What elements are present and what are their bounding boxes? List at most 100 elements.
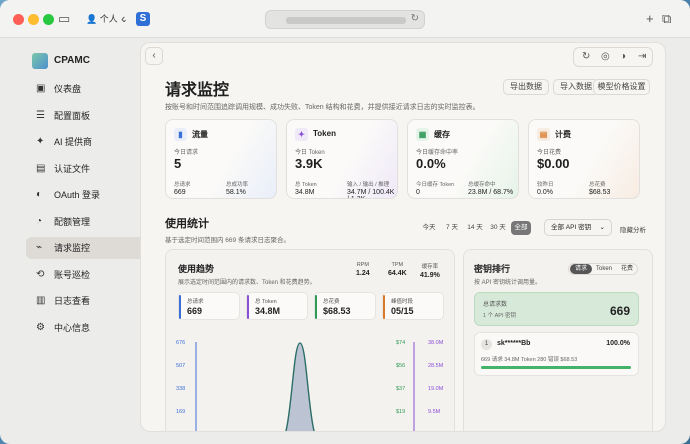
card-sub-value: 669 [174, 189, 186, 196]
y-tick-left: 169 [176, 409, 186, 415]
y-tick-left: 507 [176, 363, 186, 369]
profile-button[interactable]: 👤 个人 ⌄ [80, 11, 134, 27]
info-icon: ⚙ [36, 321, 45, 333]
total-value: 669 [609, 304, 630, 318]
card-label: 今日 Token [295, 150, 325, 156]
logout-icon[interactable]: ⇥ [638, 51, 646, 62]
zoom-window-button[interactable] [43, 14, 54, 25]
card-icon: ▦ [416, 128, 429, 141]
range-option-0[interactable]: 今天 [419, 221, 439, 235]
y-tick-left: 676 [176, 340, 186, 346]
ai-icon: ✦ [36, 136, 45, 147]
card-sub-label: 较昨日 [537, 182, 554, 188]
sidebar-item-1[interactable]: ☰ 配置面板 [26, 105, 144, 127]
browser-window: ▭ 👤 个人 ⌄ ‹ S ↻ + ⧉ CPAMC ▣ 仪表盘 ☰ 配置面板 ✦ AI 提供… [0, 0, 690, 444]
ranking-card: 密钥排行 按 API 密钥统计调用量。 请求 Token 花费 总请求数 1 个 A… [463, 249, 653, 431]
card-sub-label: 总请求 [174, 182, 191, 188]
total-requests-box: 总请求数 1 个 API 密钥 669 [474, 292, 639, 326]
main-panel: ‹ ↻ ◎ ◑ ⇥ 请求监控 按账号和时间范围追踪调用规模、成功失败、Token… [140, 42, 666, 432]
back-icon[interactable]: ‹ [121, 11, 125, 27]
card-sub-label: 总花费 [589, 182, 606, 188]
card-name: Token [313, 129, 336, 138]
sidebar-item-6[interactable]: ⌁ 请求监控 [26, 237, 144, 259]
url-text [286, 17, 406, 24]
card-icon: ▤ [537, 128, 550, 141]
ranking-tab-0[interactable]: 请求 [570, 264, 592, 274]
range-option-1[interactable]: 7 天 [442, 221, 462, 235]
globe-icon[interactable]: ◎ [601, 51, 610, 62]
model-price-button[interactable]: 模型价格设置 [593, 79, 650, 95]
api-key-select[interactable]: 全部 API 密钥 ⌄ [544, 219, 612, 236]
monitor-icon: ⌁ [36, 242, 43, 253]
sidebar-item-7[interactable]: ⟲ 账号巡检 [26, 264, 144, 286]
file-icon: ▤ [36, 162, 46, 174]
sliders-icon: ☰ [36, 109, 45, 121]
sidebar-toggle-icon[interactable]: ▭ [58, 11, 70, 27]
card-icon: ▮ [174, 128, 187, 141]
key-progress-fill [481, 366, 631, 369]
hide-analysis-button[interactable]: 隐藏分析 [620, 224, 646, 234]
new-tab-icon[interactable]: + [646, 11, 654, 27]
sidebar-item-label: 日志查看 [54, 296, 91, 306]
y-tick-token: 19.0M [428, 386, 444, 392]
sidebar-item-label: 请求监控 [54, 243, 91, 253]
top-actions: ↻ ◎ ◑ ⇥ [573, 47, 653, 67]
sidebar-item-label: 配置面板 [54, 110, 91, 121]
total-sub: 1 个 API 密钥 [483, 313, 517, 319]
sidebar-item-9[interactable]: ⚙ 中心信息 [26, 317, 144, 339]
card-name: 流量 [192, 130, 208, 139]
ranking-tab-2[interactable]: 花费 [616, 264, 638, 274]
card-sub-label: 总成功率 [226, 182, 249, 188]
stat-card-3: ▤ 计费 今日花费 $0.00 较昨日 0.0% 总花费 $68.53 [528, 119, 640, 199]
card-value: $0.00 [537, 156, 570, 171]
stat-card-1: ✦ Token 今日 Token 3.9K 总 Token 34.8M 输入 / 输出 / … [286, 119, 398, 199]
log-icon: ▥ [36, 295, 46, 306]
key-detail: 669 请求 34.8M Token 280 错误 $68.53 [481, 357, 578, 363]
card-sub-label: 总 Token [295, 182, 317, 188]
trend-chart [195, 342, 415, 431]
y-tick-cost: $19 [396, 409, 406, 415]
tab-overview-icon[interactable]: ⧉ [662, 11, 671, 27]
key-percent: 100.0% [606, 340, 630, 347]
sidebar-item-label: 仪表盘 [54, 84, 82, 94]
card-name: 计费 [555, 130, 571, 139]
trend-card: 使用趋势 展示选定时间范围内的请求数、Token 和花费趋势。 RPM 1.24 T… [165, 249, 455, 431]
key-row[interactable]: 1 sk******Bb 100.0% 669 请求 34.8M Token 2… [474, 332, 639, 376]
refresh-icon[interactable]: ↻ [582, 51, 590, 62]
site-favicon: S [136, 12, 150, 26]
profile-label: 个人 [99, 14, 118, 24]
address-bar[interactable]: ↻ [265, 10, 425, 29]
card-sub-label: 输入 / 输出 / 推理 [347, 182, 390, 188]
sidebar-item-4[interactable]: ◐ OAuth 登录 [26, 184, 144, 206]
sidebar-item-label: 配额管理 [54, 216, 91, 227]
requests-area [285, 342, 315, 431]
sidebar-item-label: 账号巡检 [54, 269, 91, 280]
ranking-tabs: 请求 Token 花费 [568, 263, 638, 275]
sidebar-item-label: OAuth 登录 [54, 190, 101, 200]
collapse-sidebar-button[interactable]: ‹ [145, 47, 163, 65]
sidebar-item-3[interactable]: ▤ 认证文件 [26, 158, 144, 180]
ranking-tab-1[interactable]: Token [593, 264, 615, 274]
sidebar-item-2[interactable]: ✦ AI 提供商 [26, 131, 144, 153]
export-button[interactable]: 导出数据 [503, 79, 549, 95]
y-tick-cost: $37 [396, 386, 406, 392]
rank-number: 1 [481, 339, 492, 350]
total-label: 总请求数 [483, 302, 508, 308]
sidebar-item-8[interactable]: ▥ 日志查看 [26, 290, 144, 312]
reload-icon[interactable]: ↻ [411, 13, 419, 24]
card-value: 3.9K [295, 156, 323, 171]
chevron-down-icon: ⌄ [599, 224, 605, 231]
card-value: 0.0% [416, 156, 446, 171]
theme-icon[interactable]: ◑ [620, 51, 626, 62]
range-option-3[interactable]: 30 天 [488, 221, 508, 235]
brand-logo [32, 53, 48, 69]
close-window-button[interactable] [13, 14, 24, 25]
sidebar-item-5[interactable]: ◔ 配额管理 [26, 211, 144, 233]
api-key-select-value: 全部 API 密钥 [551, 224, 592, 231]
range-option-4[interactable]: 全部 [511, 221, 531, 235]
sidebar-item-0[interactable]: ▣ 仪表盘 [26, 78, 144, 100]
minimize-window-button[interactable] [28, 14, 39, 25]
brand-name: CPAMC [54, 55, 90, 66]
range-option-2[interactable]: 14 天 [465, 221, 485, 235]
card-value: 5 [174, 156, 182, 171]
